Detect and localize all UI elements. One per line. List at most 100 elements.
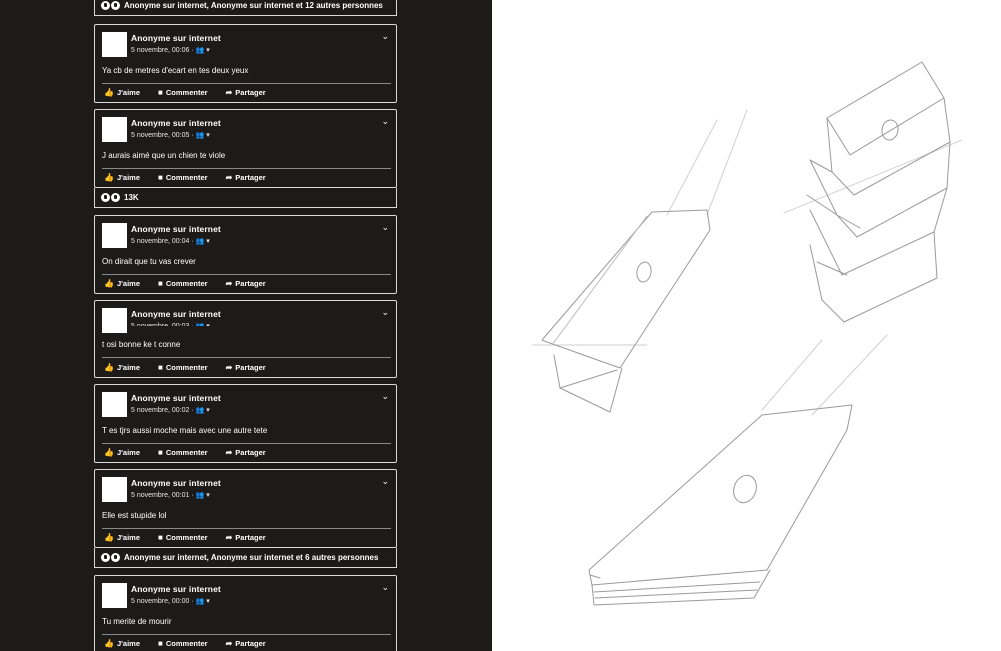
like-label: J'aime [116,448,141,457]
post-card: Anonyme sur internet 5 novembre, 00:01 ·… [94,469,397,548]
post-timestamp[interactable]: 5 novembre, 00:00 · 👥 ▾ [131,597,210,605]
reaction-icons [101,553,120,562]
like-button[interactable]: 👍 J'aime [104,173,140,182]
post-actions: 👍 J'aime ■ Commenter ➦ Partager [104,363,266,372]
share-label: Partager [235,279,266,288]
comment-button[interactable]: ■ Commenter [158,173,208,182]
post-card: Anonyme sur internet 5 novembre, 00:02 ·… [94,384,397,463]
post-author[interactable]: Anonyme sur internet [131,33,221,43]
like-button[interactable]: 👍 J'aime [104,533,140,542]
share-label: Partager [235,88,266,97]
divider [102,83,391,84]
comment-button[interactable]: ■ Commenter [158,88,208,97]
thumbs-up-icon: 👍 [104,363,114,372]
comment-label: Commenter [165,533,208,542]
divider [102,274,391,275]
post-actions: 👍 J'aime ■ Commenter ➦ Partager [104,639,266,648]
comment-label: Commenter [165,279,208,288]
avatar[interactable] [102,32,127,57]
share-label: Partager [235,448,266,457]
post-author[interactable]: Anonyme sur internet [131,584,221,594]
like-label: J'aime [116,533,141,542]
divider [102,357,391,358]
chevron-down-icon[interactable]: ⌄ [381,31,389,42]
post-author[interactable]: Anonyme sur internet [131,393,221,403]
post-timestamp[interactable]: 5 novembre, 00:06 · 👥 ▾ [131,46,210,54]
post-text: On dirait que tu vas crever [102,257,196,266]
comment-button[interactable]: ■ Commenter [158,448,208,457]
like-button[interactable]: 👍 J'aime [104,88,140,97]
chevron-down-icon[interactable]: ⌄ [381,222,389,233]
post-card: Anonyme sur internet 5 novembre, 00:03 ·… [94,300,397,378]
share-button[interactable]: ➦ Partager [226,533,266,542]
avatar[interactable] [102,583,127,608]
post-text: Tu merite de mourir [102,617,172,626]
like-button[interactable]: 👍 J'aime [104,448,140,457]
post-timestamp[interactable]: 5 novembre, 00:05 · 👥 ▾ [131,131,210,139]
post-card: Anonyme sur internet 5 novembre, 00:06 ·… [94,24,397,103]
divider [102,528,391,529]
share-arrow-icon: ➦ [225,363,233,372]
post-author[interactable]: Anonyme sur internet [131,118,221,128]
comment-button[interactable]: ■ Commenter [158,279,208,288]
post-actions: 👍 J'aime ■ Commenter ➦ Partager [104,173,266,182]
comment-icon: ■ [158,639,163,648]
thumbs-up-icon: 👍 [104,279,114,288]
post-timestamp[interactable]: 5 novembre, 00:03 · 👥 ▾ [131,322,210,326]
post-author[interactable]: Anonyme sur internet [131,309,221,319]
share-button[interactable]: ➦ Partager [226,173,266,182]
chevron-down-icon[interactable]: ⌄ [381,116,389,127]
reactions-bar[interactable]: Anonyme sur internet, Anonyme sur intern… [94,548,397,568]
reactions-bar[interactable]: 13K [94,188,397,208]
comment-icon: ■ [158,173,163,182]
share-button[interactable]: ➦ Partager [226,363,266,372]
share-button[interactable]: ➦ Partager [226,88,266,97]
reactions-count: 13K [124,193,139,202]
post-author[interactable]: Anonyme sur internet [131,478,221,488]
reaction-icons [101,1,120,10]
comment-icon: ■ [158,363,163,372]
avatar[interactable] [102,117,127,142]
post-card: Anonyme sur internet 5 novembre, 00:00 ·… [94,575,397,651]
avatar[interactable] [102,392,127,417]
chevron-down-icon[interactable]: ⌄ [381,582,389,593]
post-actions: 👍 J'aime ■ Commenter ➦ Partager [104,88,266,97]
share-arrow-icon: ➦ [225,279,233,288]
post-timestamp[interactable]: 5 novembre, 00:04 · 👥 ▾ [131,237,210,245]
comment-icon: ■ [158,533,163,542]
share-button[interactable]: ➦ Partager [226,279,266,288]
share-label: Partager [235,363,266,372]
avatar[interactable] [102,477,127,502]
comment-label: Commenter [165,448,208,457]
post-timestamp[interactable]: 5 novembre, 00:02 · 👥 ▾ [131,406,210,414]
post-timestamp[interactable]: 5 novembre, 00:01 · 👥 ▾ [131,491,210,499]
post-text: Ya cb de metres d'ecart en tes deux yeux [102,66,249,75]
comment-button[interactable]: ■ Commenter [158,533,208,542]
reactions-bar[interactable]: Anonyme sur internet, Anonyme sur intern… [94,0,397,16]
share-arrow-icon: ➦ [225,448,233,457]
like-button[interactable]: 👍 J'aime [104,363,140,372]
avatar[interactable] [102,223,127,248]
avatar[interactable] [102,308,127,333]
comment-icon: ■ [158,88,163,97]
reaction-icons [101,193,120,202]
share-button[interactable]: ➦ Partager [226,639,266,648]
share-label: Partager [235,639,266,648]
like-button[interactable]: 👍 J'aime [104,639,140,648]
chevron-down-icon[interactable]: ⌄ [381,476,389,487]
chevron-down-icon[interactable]: ⌄ [381,307,389,318]
feed-panel: Anonyme sur internet, Anonyme sur intern… [0,0,492,651]
post-author[interactable]: Anonyme sur internet [131,224,221,234]
pencil-sketch [531,61,963,606]
comment-label: Commenter [165,173,208,182]
share-arrow-icon: ➦ [225,639,233,648]
like-button[interactable]: 👍 J'aime [104,279,140,288]
comment-button[interactable]: ■ Commenter [158,639,208,648]
like-label: J'aime [116,363,141,372]
like-label: J'aime [116,279,141,288]
comment-button[interactable]: ■ Commenter [158,363,208,372]
post-text: Elle est stupide lol [102,511,167,520]
share-arrow-icon: ➦ [225,533,233,542]
share-button[interactable]: ➦ Partager [226,448,266,457]
chevron-down-icon[interactable]: ⌄ [381,391,389,402]
